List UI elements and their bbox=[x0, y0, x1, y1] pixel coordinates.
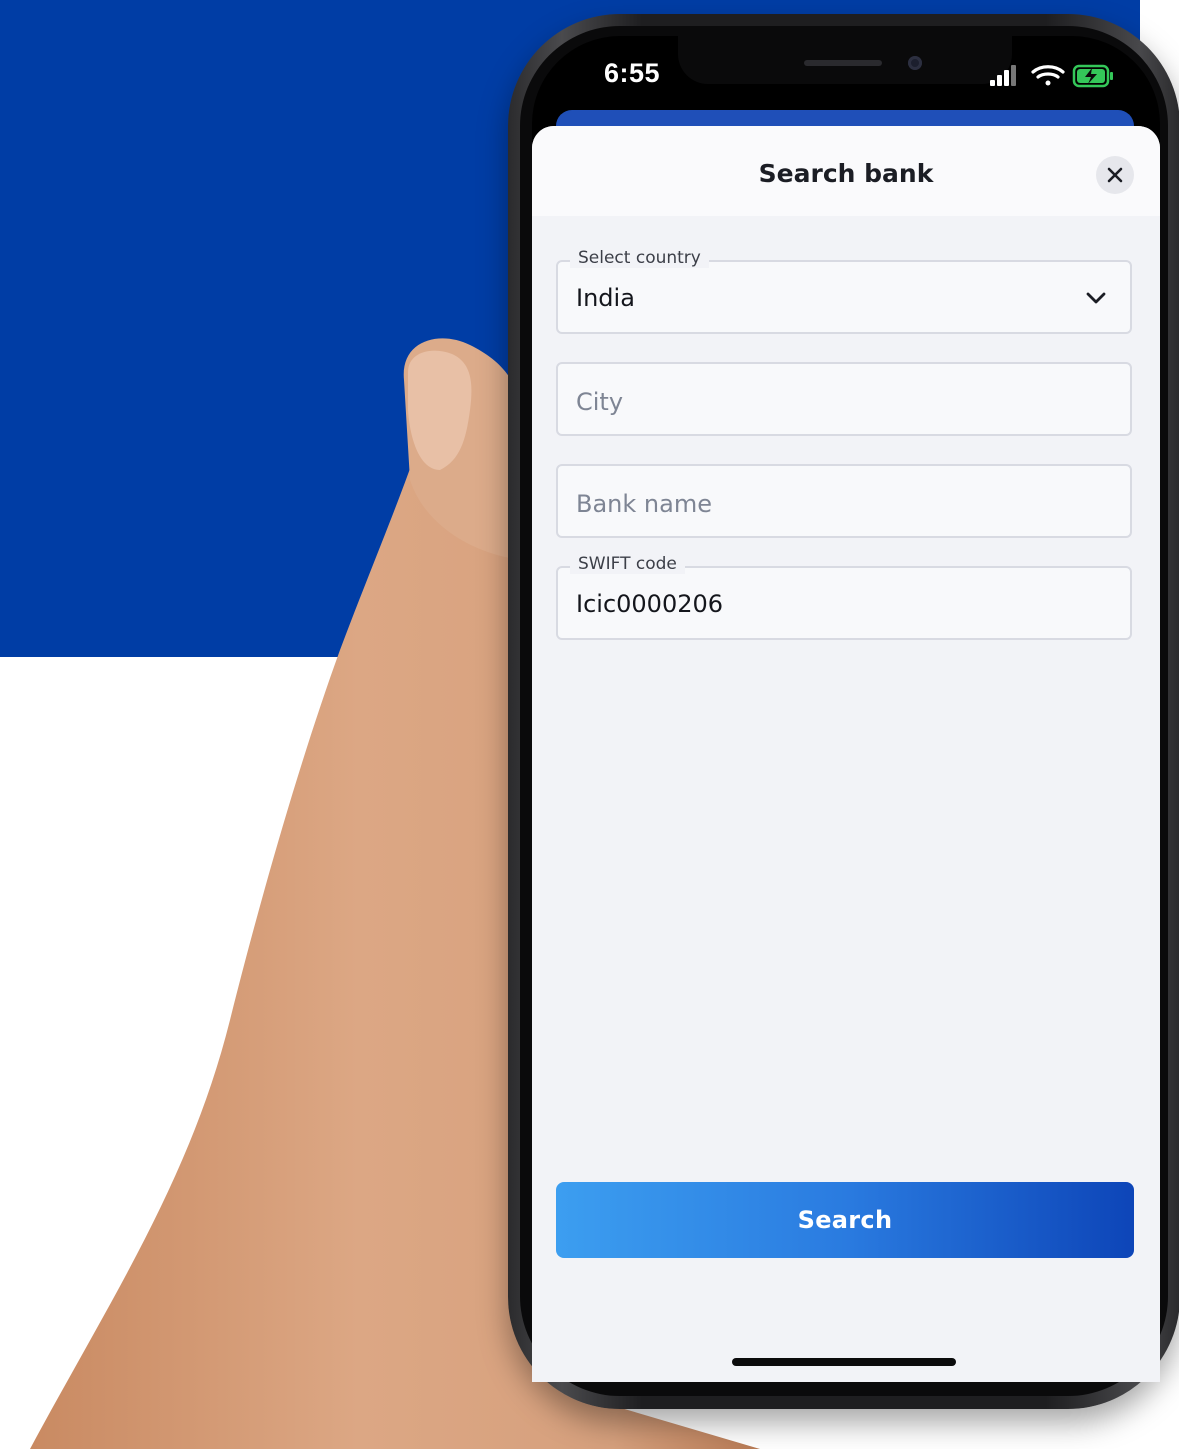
chevron-down-icon bbox=[1086, 292, 1106, 304]
sheet-header: Search bank bbox=[532, 126, 1160, 216]
close-button[interactable] bbox=[1096, 156, 1134, 194]
battery-charging-icon bbox=[1072, 64, 1113, 88]
phone-notch bbox=[678, 30, 1012, 84]
signal-icon bbox=[990, 65, 1016, 86]
country-select-value: India bbox=[576, 284, 635, 312]
sheet-title: Search bank bbox=[758, 159, 934, 188]
speaker-grille bbox=[804, 60, 882, 66]
search-bank-sheet: Search bank Select country India City Ba… bbox=[532, 126, 1160, 1382]
bank-name-input-placeholder: Bank name bbox=[576, 490, 712, 518]
swift-code-input[interactable]: SWIFT code Icic0000206 bbox=[556, 554, 1132, 640]
status-time: 6:55 bbox=[604, 58, 661, 88]
search-button-label: Search bbox=[797, 1206, 893, 1234]
front-camera bbox=[908, 56, 922, 70]
search-button[interactable]: Search bbox=[556, 1182, 1134, 1258]
close-icon bbox=[1107, 167, 1123, 183]
home-indicator bbox=[732, 1358, 956, 1366]
swift-code-value: Icic0000206 bbox=[576, 590, 724, 618]
city-input-placeholder: City bbox=[576, 388, 624, 416]
city-input[interactable]: City bbox=[556, 362, 1132, 436]
wifi-icon bbox=[1031, 65, 1065, 86]
country-select-label: Select country bbox=[570, 248, 709, 268]
swift-code-label: SWIFT code bbox=[570, 554, 685, 574]
status-icons bbox=[990, 64, 1113, 88]
country-select[interactable]: Select country India bbox=[556, 248, 1132, 334]
bank-name-input[interactable]: Bank name bbox=[556, 464, 1132, 538]
